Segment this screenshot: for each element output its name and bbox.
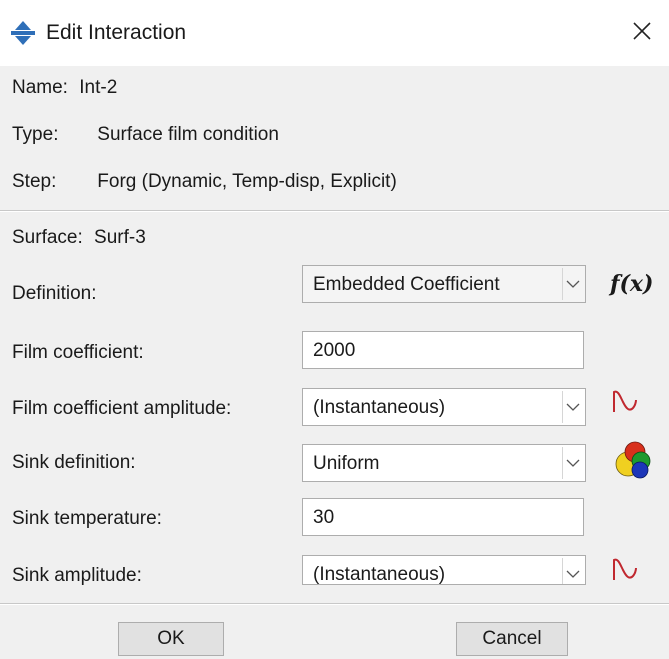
- film-coefficient-value: 2000: [313, 340, 356, 361]
- sink-temperature-value: 30: [313, 507, 335, 528]
- sink-amplitude-value: (Instantaneous): [313, 564, 446, 585]
- film-coefficient-amplitude-value: (Instantaneous): [313, 397, 446, 418]
- sink-definition-select[interactable]: Uniform: [302, 444, 586, 482]
- name-label: Name:: [12, 77, 68, 98]
- film-coefficient-input[interactable]: 2000: [302, 331, 584, 369]
- separator: [0, 210, 669, 212]
- type-row: Type: Surface film condition: [12, 123, 279, 147]
- amplitude-icon[interactable]: [612, 556, 638, 588]
- definition-label: Definition:: [12, 283, 97, 304]
- function-icon[interactable]: f(x): [610, 271, 653, 297]
- analytical-field-icon[interactable]: [613, 440, 653, 486]
- chevron-down-icon[interactable]: [562, 268, 583, 300]
- abaqus-interaction-icon: [10, 20, 36, 46]
- window-title: Edit Interaction: [46, 21, 187, 44]
- sink-amplitude-select[interactable]: (Instantaneous): [302, 555, 586, 585]
- surface-value: Surf-3: [94, 227, 146, 248]
- sink-definition-label: Sink definition:: [12, 452, 136, 473]
- sink-temperature-label: Sink temperature:: [12, 508, 162, 529]
- close-button[interactable]: [615, 12, 669, 54]
- sink-definition-value: Uniform: [313, 453, 380, 474]
- title-bar: Edit Interaction: [0, 0, 669, 66]
- definition-select[interactable]: Embedded Coefficient: [302, 265, 586, 303]
- sink-amplitude-label: Sink amplitude:: [12, 565, 142, 586]
- step-row: Step: Forg (Dynamic, Temp-disp, Explicit…: [12, 170, 397, 194]
- footer-separator: [0, 603, 669, 605]
- surface-label: Surface:: [12, 227, 83, 248]
- ok-button[interactable]: OK: [118, 622, 224, 656]
- sink-temperature-input[interactable]: 30: [302, 498, 584, 536]
- cancel-button[interactable]: Cancel: [456, 622, 568, 656]
- definition-value: Embedded Coefficient: [313, 274, 500, 295]
- type-label: Type:: [12, 124, 59, 145]
- chevron-down-icon[interactable]: [562, 558, 583, 584]
- chevron-down-icon[interactable]: [562, 447, 583, 479]
- type-value: Surface film condition: [97, 124, 279, 145]
- film-coefficient-amplitude-select[interactable]: (Instantaneous): [302, 388, 586, 426]
- dialog-content: Name: Int-2 Type: Surface film condition…: [0, 66, 669, 659]
- step-value: Forg (Dynamic, Temp-disp, Explicit): [97, 171, 397, 192]
- film-coefficient-amplitude-label: Film coefficient amplitude:: [12, 398, 232, 419]
- film-coefficient-label: Film coefficient:: [12, 342, 144, 363]
- surface-row: Surface: Surf-3: [12, 226, 146, 250]
- step-label: Step:: [12, 171, 57, 192]
- name-row: Name: Int-2: [12, 76, 117, 100]
- chevron-down-icon[interactable]: [562, 391, 583, 423]
- name-value: Int-2: [79, 77, 118, 98]
- amplitude-icon[interactable]: [612, 388, 638, 420]
- close-icon: [632, 21, 652, 46]
